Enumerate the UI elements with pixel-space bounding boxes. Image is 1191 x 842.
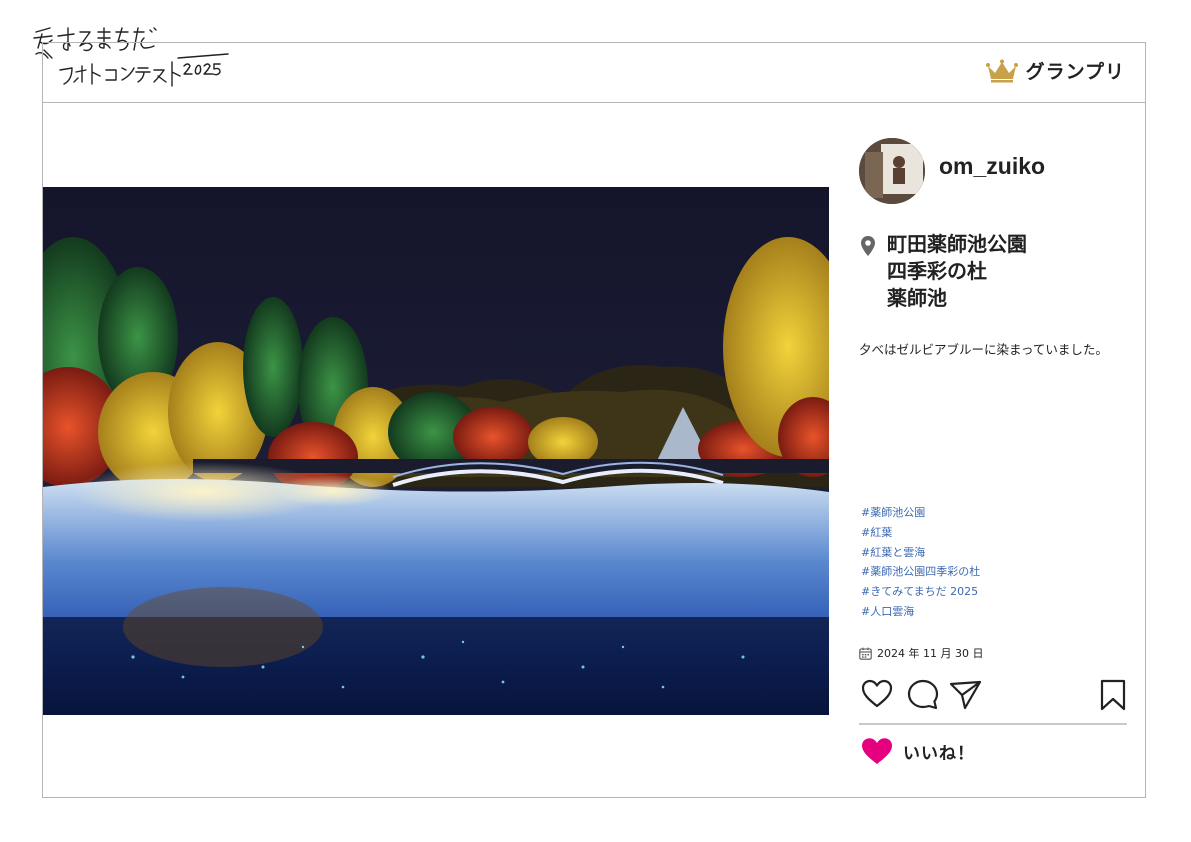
- heart-outline-icon[interactable]: [861, 679, 893, 709]
- hashtag[interactable]: #紅葉: [861, 523, 980, 543]
- hashtag-list: #薬師池公園 #紅葉 #紅葉と雲海 #薬師池公園四季彩の杜 #きてみてまちだ 2…: [861, 503, 980, 622]
- avatar-image: [859, 138, 925, 204]
- location-line: 町田薬師池公園: [887, 232, 1027, 256]
- action-bar: [859, 679, 1127, 713]
- hashtag[interactable]: #人口雲海: [861, 602, 980, 622]
- photo-card: グランプリ om_zuiko 町田薬師池公園 四季彩の杜 薬師池 夕べはゼルビア…: [42, 42, 1146, 798]
- share-send-icon[interactable]: [949, 679, 983, 711]
- hashtag[interactable]: #薬師池公園四季彩の杜: [861, 562, 980, 582]
- location: 町田薬師池公園 四季彩の杜 薬師池: [887, 231, 1027, 312]
- post-photo: [43, 187, 829, 715]
- avatar[interactable]: [859, 138, 925, 204]
- location-line: 四季彩の杜: [887, 259, 987, 283]
- post-caption: 夕べはゼルビアブルーに染まっていました。: [859, 342, 1108, 357]
- comment-icon[interactable]: [907, 679, 939, 711]
- likes-label: いいね！: [903, 743, 975, 764]
- autumn-pond-night-photo: [43, 187, 829, 715]
- hashtag[interactable]: #きてみてまちだ 2025: [861, 582, 980, 602]
- username[interactable]: om_zuiko: [939, 153, 1045, 180]
- post-date-row: 2024 年 11 月 30 日: [859, 645, 983, 661]
- likes-row: いいね！: [861, 737, 975, 765]
- bookmark-icon[interactable]: [1099, 679, 1127, 711]
- action-divider: [859, 723, 1127, 725]
- location-line: 薬師池: [887, 286, 947, 310]
- hashtag[interactable]: #紅葉と雲海: [861, 543, 980, 563]
- post-date: 2024 年 11 月 30 日: [877, 647, 984, 660]
- post-sidebar: om_zuiko 町田薬師池公園 四季彩の杜 薬師池 夕べはゼルビアブルーに染ま…: [859, 43, 1127, 797]
- hashtag[interactable]: #薬師池公園: [861, 503, 980, 523]
- location-pin-icon: [861, 236, 875, 256]
- heart-filled-icon[interactable]: [861, 737, 893, 765]
- calendar-icon: [859, 647, 872, 660]
